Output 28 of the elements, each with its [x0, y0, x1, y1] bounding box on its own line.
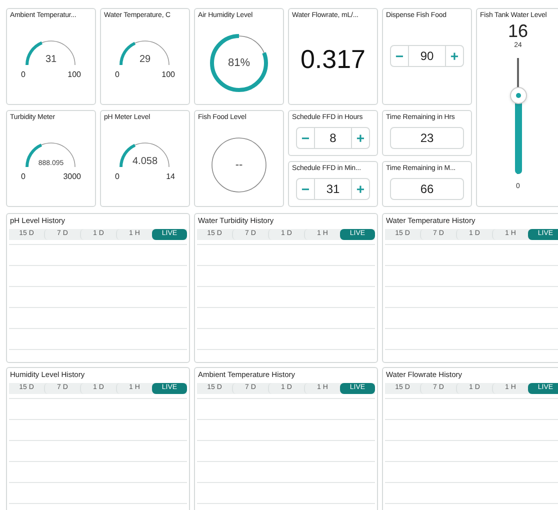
gauge-min: 0 [115, 69, 120, 81]
gauge-max: 100 [68, 69, 81, 81]
stepper-value: 8 [328, 130, 338, 147]
decrement-button[interactable]: − [297, 179, 315, 199]
gauge-min: 0 [21, 69, 26, 81]
decrement-button[interactable]: − [391, 46, 409, 66]
increment-button[interactable]: + [351, 179, 369, 199]
gauge-min: 0 [21, 171, 26, 183]
gauge-min: 0 [115, 171, 120, 183]
increment-button[interactable]: + [445, 46, 463, 66]
level-value: 16 [508, 21, 528, 41]
ring-value: 81% [228, 56, 250, 68]
gauge-value: 31 [44, 53, 58, 67]
gauge-max: 100 [162, 69, 175, 81]
decrement-button[interactable]: − [297, 128, 315, 148]
stepper-value: 90 [419, 48, 435, 65]
value-display: 66 [390, 178, 464, 200]
flowrate-value: 0.317 [299, 43, 367, 76]
gauge-max: 3000 [63, 171, 81, 183]
gauge-value: 4.058 [131, 155, 159, 169]
stepper-value: 31 [325, 181, 341, 198]
gauge-value: 29 [138, 53, 152, 67]
slider-track[interactable] [510, 58, 526, 174]
gauge-max: 14 [166, 171, 175, 183]
increment-button[interactable]: + [351, 128, 369, 148]
value-display: 23 [390, 127, 464, 149]
slider-thumb[interactable] [510, 87, 526, 104]
ring-value: -- [235, 158, 243, 170]
